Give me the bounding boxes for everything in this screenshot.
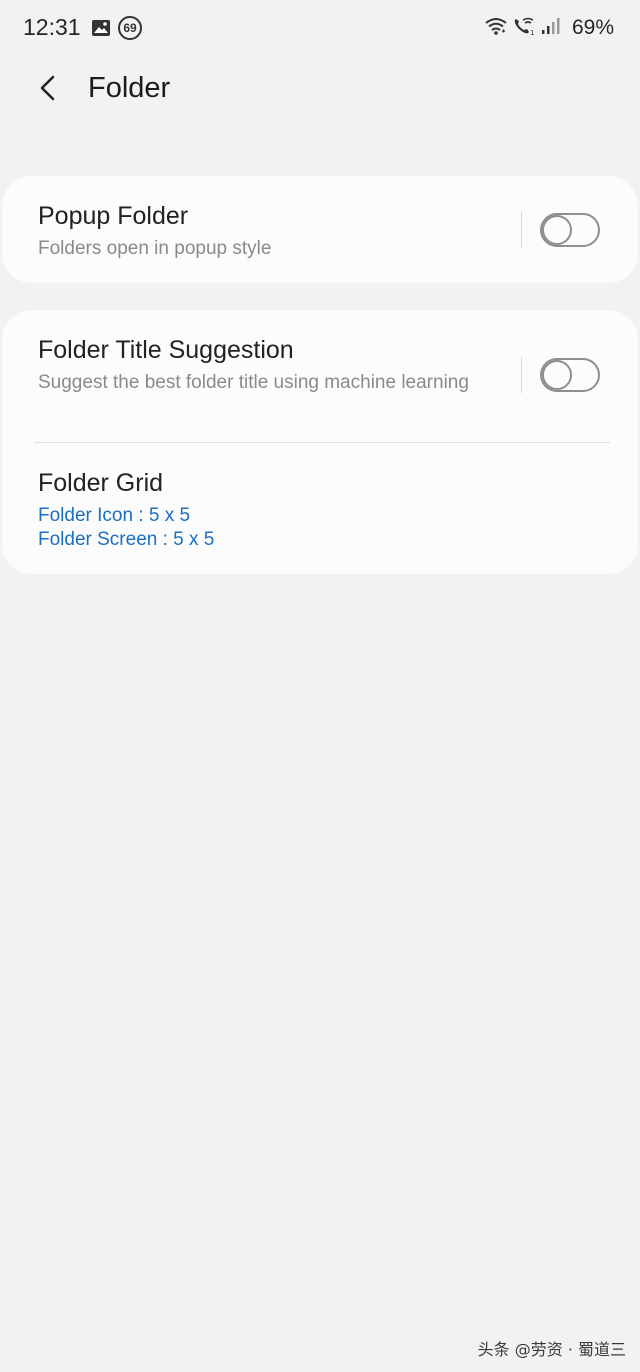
title-suggestion-row[interactable]: Folder Title Suggestion Suggest the best… bbox=[2, 310, 638, 442]
folder-icon-grid-value: Folder Icon : 5 x 5 bbox=[38, 505, 191, 526]
switch-knob bbox=[542, 360, 572, 390]
gallery-icon bbox=[91, 18, 111, 43]
page-title: Folder bbox=[88, 72, 171, 104]
popup-folder-subtitle: Folders open in popup style bbox=[38, 238, 272, 259]
chevron-left-icon bbox=[37, 74, 59, 107]
title-suggestion-title: Folder Title Suggestion bbox=[38, 336, 294, 364]
app-header: Folder bbox=[0, 58, 640, 122]
folder-grid-row[interactable]: Folder Grid Folder Icon : 5 x 5 Folder S… bbox=[2, 443, 638, 574]
switch-knob bbox=[542, 215, 572, 245]
row-divider bbox=[521, 212, 522, 248]
status-bar: 12:31 69 1 69% bbox=[0, 0, 640, 58]
battery-percent: 69% bbox=[571, 16, 614, 39]
folder-screen-grid-value: Folder Screen : 5 x 5 bbox=[38, 529, 215, 550]
badge-icon: 69 bbox=[118, 16, 142, 40]
status-time: 12:31 bbox=[23, 14, 81, 40]
back-button[interactable] bbox=[24, 68, 72, 112]
status-icons: 1 69% bbox=[484, 14, 614, 42]
wifi-call-icon: 1 bbox=[512, 16, 536, 41]
signal-icon bbox=[540, 16, 560, 41]
title-suggestion-switch[interactable] bbox=[540, 358, 600, 392]
row-divider bbox=[521, 357, 522, 393]
title-suggestion-subtitle: Suggest the best folder title using mach… bbox=[38, 372, 469, 393]
popup-folder-switch[interactable] bbox=[540, 213, 600, 247]
folder-grid-title: Folder Grid bbox=[38, 469, 164, 497]
svg-text:1: 1 bbox=[530, 29, 534, 36]
popup-folder-card: Popup Folder Folders open in popup style bbox=[2, 176, 638, 283]
folder-options-card: Folder Title Suggestion Suggest the best… bbox=[2, 310, 638, 574]
wifi-icon bbox=[484, 16, 508, 41]
popup-folder-title: Popup Folder bbox=[38, 202, 189, 230]
popup-folder-row[interactable]: Popup Folder Folders open in popup style bbox=[2, 176, 638, 283]
watermark: 头条 @劳资 · 蜀道三 bbox=[477, 1340, 626, 1359]
